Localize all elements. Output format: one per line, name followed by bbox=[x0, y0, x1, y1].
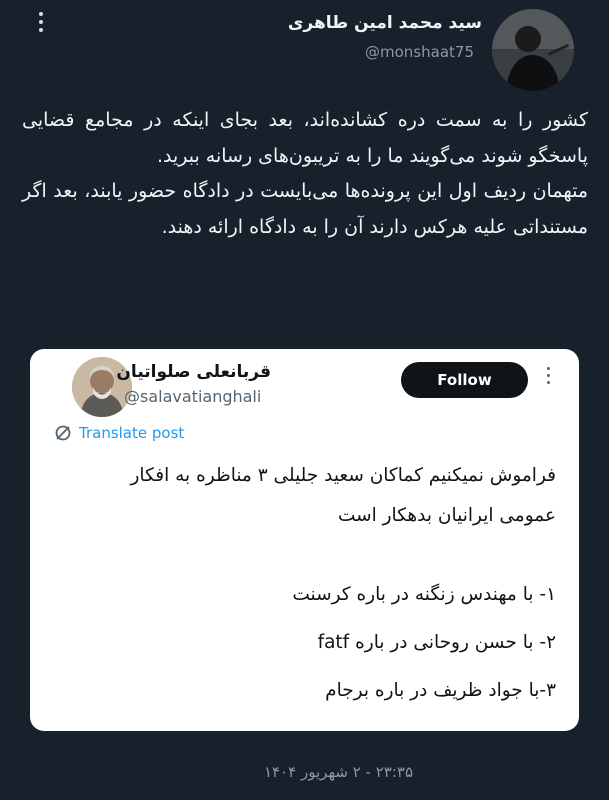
translate-icon bbox=[55, 425, 71, 441]
quoted-text-line: فراموش نمیکنیم کماکان سعید جلیلی ۳ مناظر… bbox=[130, 465, 556, 486]
translate-label[interactable]: Translate post bbox=[79, 424, 184, 442]
tweet-paragraph: کشور را به سمت دره کشانده‌اند، بعد بجای … bbox=[22, 109, 588, 167]
author-avatar[interactable] bbox=[492, 9, 574, 91]
author-display-name[interactable]: سید محمد امین طاهری bbox=[288, 13, 482, 33]
post-timestamp[interactable]: ۲۳:۳۵ - ۲ شهریور ۱۴۰۴ bbox=[264, 763, 413, 781]
quoted-list-item: ۲- با حسن روحانی در باره fatf bbox=[317, 632, 556, 653]
vertical-ellipsis-icon[interactable] bbox=[34, 12, 48, 36]
vertical-ellipsis-icon[interactable] bbox=[544, 367, 552, 393]
tweet-text: کشور را به سمت دره کشانده‌اند، بعد بجای … bbox=[22, 103, 588, 245]
quoted-list-item: ۳-با جواد ظریف در باره برجام bbox=[325, 680, 556, 701]
quoted-post-text: فراموش نمیکنیم کماکان سعید جلیلی ۳ مناظر… bbox=[48, 456, 556, 715]
quoted-list-item: ۱- با مهندس زنگنه در باره کرسنت bbox=[292, 584, 556, 605]
quoted-handle[interactable]: @salavatianghali bbox=[124, 387, 261, 406]
translate-post-link[interactable]: Translate post bbox=[54, 421, 184, 445]
follow-button[interactable]: Follow bbox=[401, 362, 528, 398]
quoted-display-name[interactable]: قربانعلی صلواتیان bbox=[116, 362, 271, 382]
quoted-text-line: عمومی ایرانیان بدهکار است bbox=[337, 505, 556, 526]
tweet-header: سید محمد امین طاهری @monshaat75 bbox=[0, 0, 609, 100]
quoted-post-card[interactable]: قربانعلی صلواتیان @salavatianghali Follo… bbox=[30, 349, 579, 731]
tweet-paragraph: متهمان ردیف اول این پرونده‌ها می‌بایست د… bbox=[22, 180, 588, 238]
author-handle[interactable]: @monshaat75 bbox=[365, 43, 474, 61]
